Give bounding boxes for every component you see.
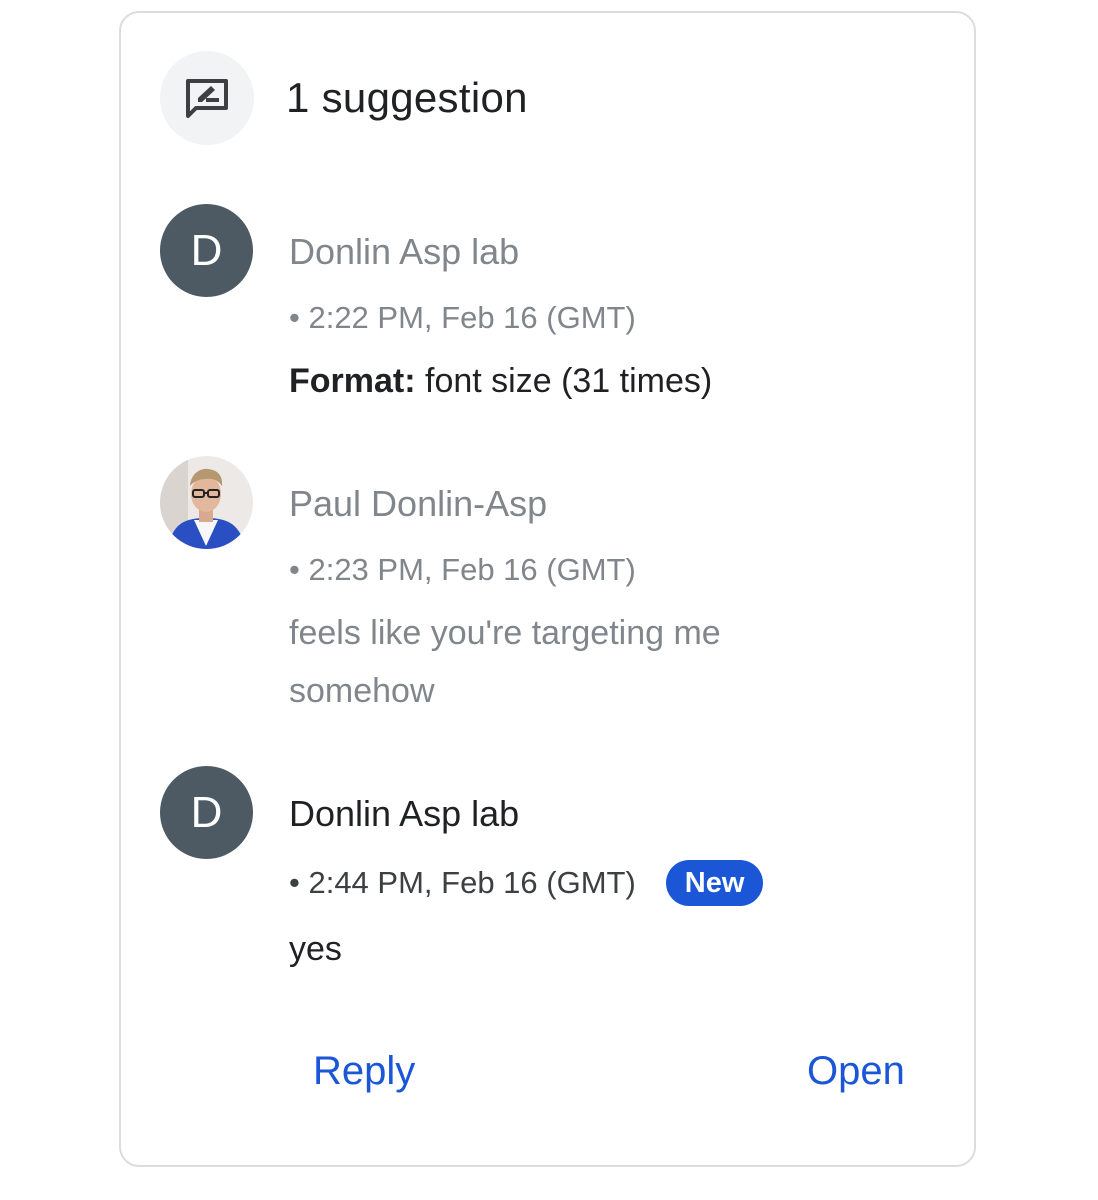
format-detail: font size (31 times): [415, 362, 713, 400]
reply-text: yes: [289, 930, 342, 968]
comment-card: 1 suggestion D Donlin Asp lab • 2:22 PM,…: [119, 11, 976, 1167]
avatar: D: [160, 204, 253, 297]
reply-text: feels like you're targeting me somehow: [289, 614, 721, 710]
timestamp: • 2:44 PM, Feb 16 (GMT): [289, 865, 636, 900]
reply-button[interactable]: Reply: [313, 1049, 415, 1094]
timestamp: • 2:22 PM, Feb 16 (GMT): [289, 300, 636, 335]
format-label: Format:: [289, 362, 416, 400]
open-button[interactable]: Open: [807, 1049, 905, 1094]
new-badge: New: [665, 860, 764, 906]
suggestion-text: Format: font size (31 times): [289, 352, 934, 410]
suggestion-count-title: 1 suggestion: [286, 74, 528, 121]
card-header: 1 suggestion: [160, 51, 528, 145]
suggestion-edit-icon: [160, 51, 254, 145]
author-name: Donlin Asp lab: [289, 793, 520, 834]
author-name: Donlin Asp lab: [289, 231, 520, 272]
profile-photo: [160, 456, 253, 549]
avatar: D: [160, 766, 253, 859]
author-name: Paul Donlin-Asp: [289, 483, 548, 524]
timestamp-row: • 2:44 PM, Feb 16 (GMT) New: [289, 860, 934, 906]
avatar: [160, 456, 253, 549]
timestamp: • 2:23 PM, Feb 16 (GMT): [289, 552, 636, 587]
